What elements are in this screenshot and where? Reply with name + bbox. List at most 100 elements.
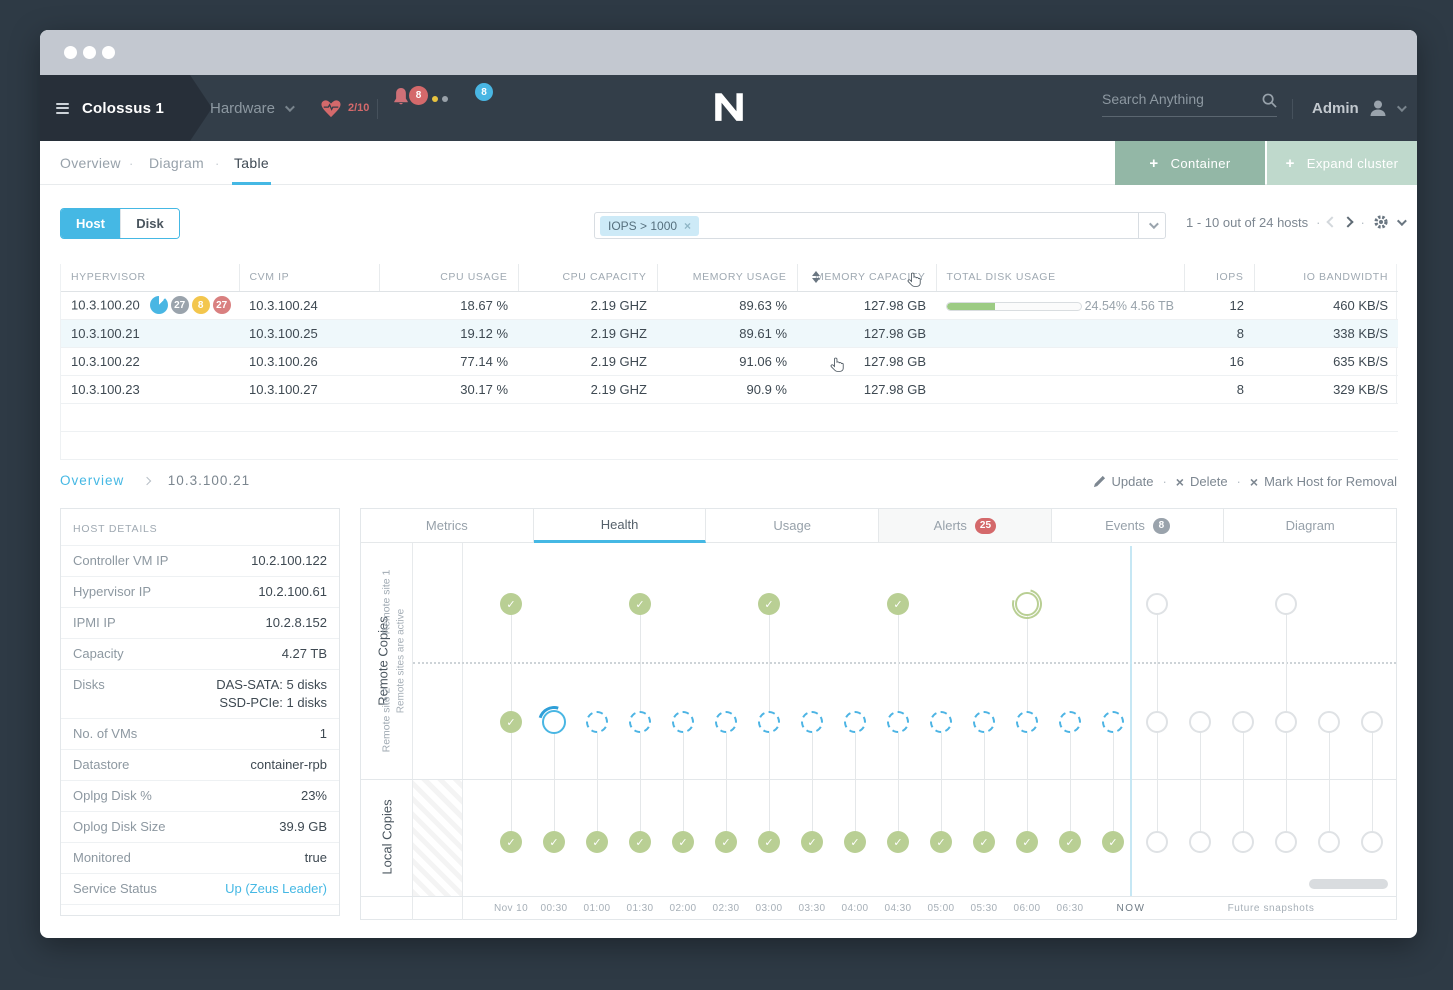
future-snapshot-icon[interactable] <box>1189 831 1211 853</box>
menu-icon[interactable] <box>56 100 69 116</box>
snapshot-scheduled-icon[interactable] <box>887 711 909 733</box>
column-header[interactable]: TOTAL DISK USAGE <box>936 264 1184 291</box>
detail-value[interactable]: Up (Zeus Leader) <box>225 880 327 898</box>
snapshot-complete-icon[interactable] <box>887 831 909 853</box>
next-page-icon[interactable] <box>1343 216 1354 227</box>
future-snapshot-icon[interactable] <box>1232 711 1254 733</box>
user-menu[interactable]: Admin <box>1312 75 1404 141</box>
snapshot-complete-icon[interactable] <box>500 593 522 615</box>
chevron-down-icon[interactable] <box>1397 216 1407 226</box>
snapshot-complete-icon[interactable] <box>844 831 866 853</box>
expand-cluster-button[interactable]: +Expand cluster <box>1267 141 1417 185</box>
detail-tab-events[interactable]: Events8 <box>1052 509 1225 543</box>
snapshot-complete-icon[interactable] <box>930 831 952 853</box>
snapshot-scheduled-icon[interactable] <box>973 711 995 733</box>
gear-icon[interactable] <box>1373 214 1389 230</box>
toggle-host[interactable]: Host <box>61 209 120 238</box>
column-header[interactable]: IOPS <box>1184 264 1254 291</box>
snapshot-complete-icon[interactable] <box>758 593 780 615</box>
table-row[interactable]: 10.3.100.2310.3.100.2730.17 %2.19 GHZ90.… <box>61 375 1398 403</box>
snapshot-scheduled-icon[interactable] <box>1016 711 1038 733</box>
cluster-selector[interactable]: Colossus 1 <box>40 75 230 141</box>
update-host-button[interactable]: Update <box>1093 474 1154 489</box>
future-snapshot-icon[interactable] <box>1318 831 1340 853</box>
snapshot-scheduled-icon[interactable] <box>629 711 651 733</box>
snapshot-complete-icon[interactable] <box>543 831 565 853</box>
snapshot-complete-icon[interactable] <box>586 831 608 853</box>
mark-host-removal-button[interactable]: × Mark Host for Removal <box>1250 474 1397 489</box>
future-snapshot-icon[interactable] <box>1318 711 1340 733</box>
snapshot-syncing-icon[interactable] <box>542 710 566 734</box>
filter-chip[interactable]: IOPS > 1000 × <box>600 216 699 236</box>
detail-tab-health[interactable]: Health <box>534 509 707 543</box>
timeline-scrollbar[interactable] <box>1309 879 1388 889</box>
future-snapshot-icon[interactable] <box>1146 831 1168 853</box>
future-snapshot-icon[interactable] <box>1146 711 1168 733</box>
column-header[interactable]: IO BANDWIDTH <box>1254 264 1398 291</box>
snapshot-complete-icon[interactable] <box>500 831 522 853</box>
snapshot-complete-icon[interactable] <box>887 593 909 615</box>
snapshot-complete-icon[interactable] <box>629 831 651 853</box>
snapshot-complete-icon[interactable] <box>973 831 995 853</box>
snapshot-complete-icon[interactable] <box>500 711 522 733</box>
column-header[interactable]: CVM IP <box>239 264 379 291</box>
filter-dropdown-toggle[interactable] <box>1138 213 1165 238</box>
snapshot-scheduled-icon[interactable] <box>844 711 866 733</box>
alerts-indicator[interactable]: 8 <box>392 87 410 112</box>
snapshot-complete-icon[interactable] <box>1059 831 1081 853</box>
future-snapshot-icon[interactable] <box>1361 831 1383 853</box>
table-row[interactable]: 10.3.100.202782710.3.100.2418.67 %2.19 G… <box>61 291 1398 319</box>
tab-table[interactable]: Table <box>234 141 269 185</box>
future-snapshot-icon[interactable] <box>1275 711 1297 733</box>
snapshot-complete-icon[interactable] <box>629 593 651 615</box>
table-row[interactable]: 10.3.100.2110.3.100.2519.12 %2.19 GHZ89.… <box>61 319 1398 347</box>
column-header[interactable]: CPU CAPACITY <box>518 264 657 291</box>
toggle-disk[interactable]: Disk <box>120 209 179 238</box>
detail-tab-metrics[interactable]: Metrics <box>361 509 534 543</box>
future-snapshot-icon[interactable] <box>1361 711 1383 733</box>
add-container-button[interactable]: +Container <box>1115 141 1265 185</box>
count-badge[interactable]: 27 <box>171 296 189 314</box>
future-snapshot-icon[interactable] <box>1275 831 1297 853</box>
snapshot-complete-icon[interactable] <box>758 831 780 853</box>
count-badge[interactable]: 8 <box>192 296 210 314</box>
search-input[interactable] <box>1102 91 1252 107</box>
future-snapshot-icon[interactable] <box>1189 711 1211 733</box>
column-header[interactable]: MEMORY CAPACITY <box>797 264 936 291</box>
column-header[interactable]: MEMORY USAGE <box>657 264 797 291</box>
prev-page-icon[interactable] <box>1327 216 1338 227</box>
snapshot-scheduled-icon[interactable] <box>715 711 737 733</box>
snapshot-scheduled-icon[interactable] <box>1059 711 1081 733</box>
snapshot-complete-icon[interactable] <box>1016 831 1038 853</box>
column-header[interactable]: HYPERVISOR <box>61 264 239 291</box>
window-control-icon[interactable] <box>64 46 77 59</box>
health-indicator[interactable]: 2/10 <box>320 75 369 141</box>
column-header[interactable]: CPU USAGE <box>379 264 518 291</box>
tab-diagram[interactable]: Diagram <box>149 141 204 185</box>
snapshot-scheduled-icon[interactable] <box>930 711 952 733</box>
section-dropdown[interactable]: Hardware <box>210 75 292 141</box>
vm-pie-badge-icon[interactable] <box>150 296 168 314</box>
snapshot-complete-icon[interactable] <box>1102 831 1124 853</box>
snapshot-complete-icon[interactable] <box>672 831 694 853</box>
detail-tab-alerts[interactable]: Alerts25 <box>879 509 1052 543</box>
window-control-icon[interactable] <box>83 46 96 59</box>
filter-input[interactable]: IOPS > 1000 × <box>594 212 1166 239</box>
tab-overview[interactable]: Overview <box>60 141 121 185</box>
future-snapshot-icon[interactable] <box>1232 831 1254 853</box>
snapshot-in-progress-icon[interactable] <box>1015 592 1039 616</box>
future-snapshot-icon[interactable] <box>1146 593 1168 615</box>
detail-tab-diagram[interactable]: Diagram <box>1224 509 1396 543</box>
future-snapshot-icon[interactable] <box>1275 593 1297 615</box>
snapshot-scheduled-icon[interactable] <box>1102 711 1124 733</box>
task-count-badge[interactable]: 8 <box>475 83 493 101</box>
snapshot-scheduled-icon[interactable] <box>758 711 780 733</box>
snapshot-scheduled-icon[interactable] <box>801 711 823 733</box>
window-control-icon[interactable] <box>102 46 115 59</box>
table-row[interactable]: 10.3.100.2210.3.100.2677.14 %2.19 GHZ91.… <box>61 347 1398 375</box>
breadcrumb-overview-link[interactable]: Overview <box>60 473 124 488</box>
alert-count-badge[interactable]: 8 <box>409 86 428 105</box>
snapshot-scheduled-icon[interactable] <box>672 711 694 733</box>
count-badge[interactable]: 27 <box>213 296 231 314</box>
sort-icon[interactable] <box>812 271 820 283</box>
